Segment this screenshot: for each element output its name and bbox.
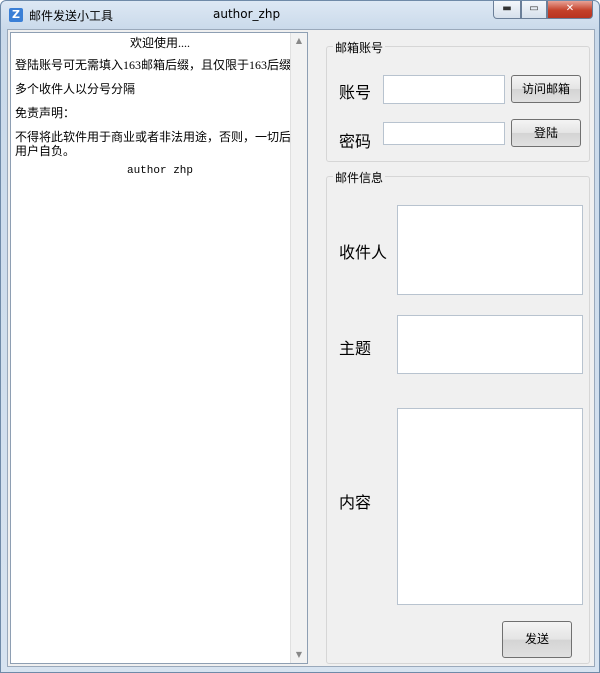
window-controls: ▬ ▭ ✕ [493,1,593,19]
mail-info-group: 邮件信息 收件人 主题 内容 发送 [326,169,590,664]
close-button[interactable]: ✕ [547,1,593,19]
visit-mailbox-button[interactable]: 访问邮箱 [511,75,581,103]
disclaimer-title: 免责声明： [15,106,76,120]
info-text: 欢迎使用.... 登陆账号可无需填入163邮箱后缀，且仅限于163后缀邮箱 多个… [15,35,308,179]
title-bar[interactable]: Z 邮件发送小工具 author_zhp ▬ ▭ ✕ [1,1,599,29]
subject-label: 主题 [339,339,372,358]
password-label: 密码 [339,132,372,151]
info-textbox[interactable]: 欢迎使用.... 登陆账号可无需填入163邮箱后缀，且仅限于163后缀邮箱 多个… [10,32,308,664]
account-group-title: 邮箱账号 [333,39,386,56]
password-input[interactable] [383,122,505,145]
welcome-text: 欢迎使用.... [129,36,190,50]
info-line-2: 多个收件人以分号分隔 [15,82,136,96]
account-group: 邮箱账号 账号 访问邮箱 密码 登陆 [326,39,590,162]
minimize-button[interactable]: ▬ [493,1,521,19]
maximize-button[interactable]: ▭ [521,1,547,19]
mail-info-group-title: 邮件信息 [333,169,386,186]
info-scrollbar[interactable]: ▲ ▼ [290,33,307,663]
account-label: 账号 [339,83,372,102]
app-icon: Z [9,8,23,22]
subject-input[interactable] [397,315,583,374]
window-title: 邮件发送小工具 [29,9,114,23]
app-window: Z 邮件发送小工具 author_zhp ▬ ▭ ✕ 欢迎使用.... 登陆账号… [0,0,600,673]
info-line-1: 登陆账号可无需填入163邮箱后缀，且仅限于163后缀邮箱 [15,58,308,72]
login-button[interactable]: 登陆 [511,119,581,147]
account-input[interactable] [383,75,505,104]
content-label: 内容 [339,493,372,512]
client-area: 欢迎使用.... 登陆账号可无需填入163邮箱后缀，且仅限于163后缀邮箱 多个… [7,29,595,667]
recipient-input[interactable] [397,205,583,295]
scroll-down-arrow-icon[interactable]: ▼ [291,647,307,663]
author-text: author zhp [126,165,193,177]
recipient-label: 收件人 [339,243,388,262]
window-author-title: author_zhp [213,7,281,21]
send-button[interactable]: 发送 [502,621,572,658]
scroll-up-arrow-icon[interactable]: ▲ [291,33,307,49]
disclaimer-body-2: 用户自负。 [15,144,76,158]
disclaimer-body-1: 不得将此软件用于商业或者非法用途，否则，一切后果请 [15,130,308,144]
content-input[interactable] [397,408,583,605]
